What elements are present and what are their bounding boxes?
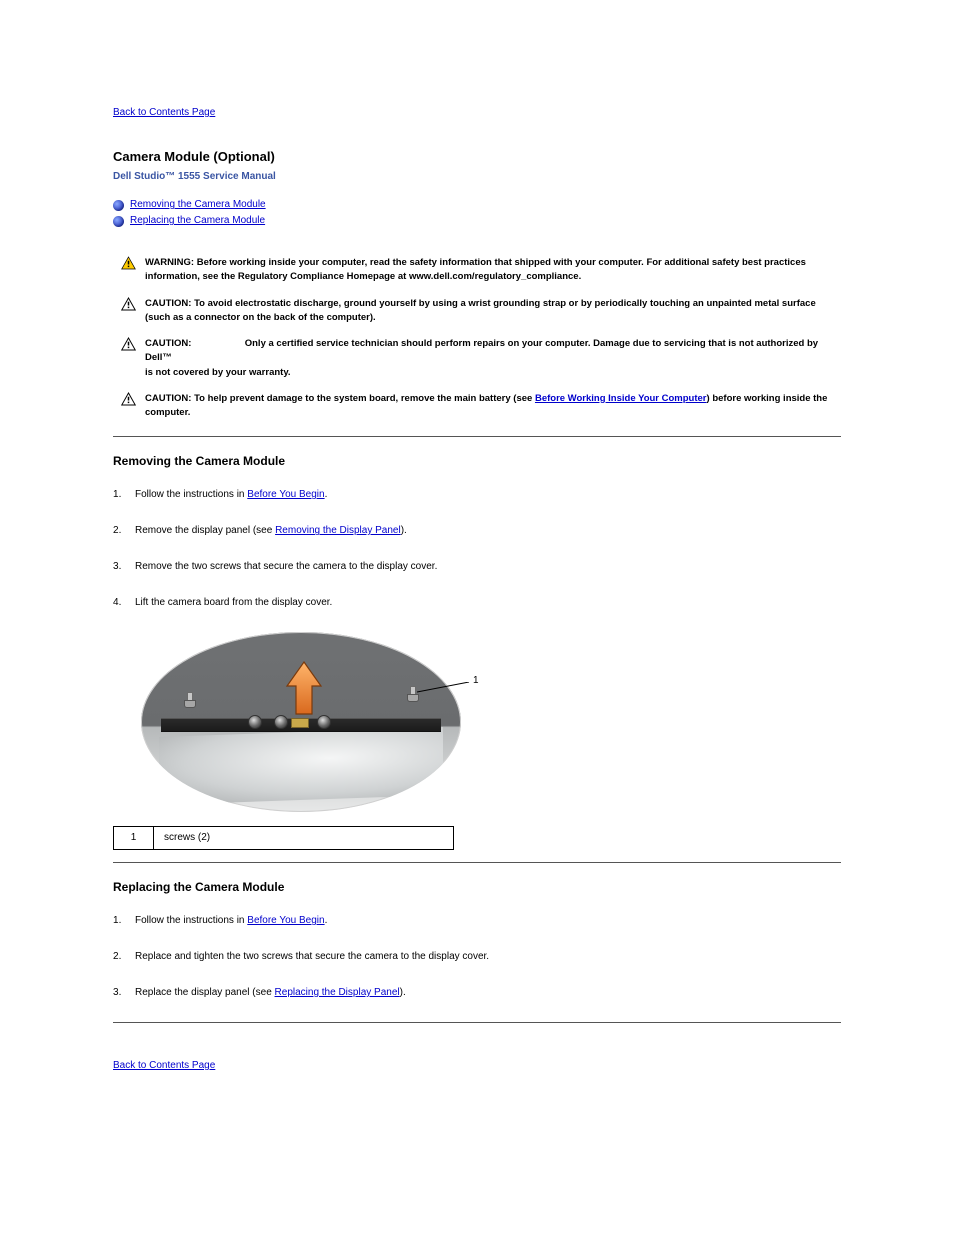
divider	[113, 1022, 841, 1023]
step-text: .	[325, 915, 328, 926]
warning-text: WARNING: Before working inside your comp…	[143, 254, 839, 293]
back-to-contents-top[interactable]: Back to Contents Page	[113, 106, 215, 120]
page-title: Camera Module (Optional)	[113, 148, 841, 166]
screw-icon	[407, 686, 417, 710]
step-text: Follow the instructions in	[135, 489, 247, 500]
before-working-link[interactable]: Before Working Inside Your Computer	[535, 393, 707, 404]
table-of-contents: Removing the Camera Module Replacing the…	[113, 198, 841, 228]
figure-ellipse	[141, 632, 461, 812]
caution-esd-text: CAUTION: To avoid electrostatic discharg…	[143, 295, 839, 334]
step: Follow the instructions in Before You Be…	[113, 914, 841, 928]
step: Replace the display panel (see Replacing…	[113, 986, 841, 1000]
replace-heading: Replacing the Camera Module	[113, 879, 841, 896]
step-text: .	[325, 489, 328, 500]
step: Replace and tighten the two screws that …	[113, 950, 841, 964]
notice-block: WARNING: Before working inside your comp…	[113, 252, 841, 430]
legend-text: screws (2)	[154, 827, 454, 850]
toc-item: Removing the Camera Module	[113, 198, 841, 212]
caution-tech-cont: Only a certified service technician shou…	[145, 338, 818, 363]
step-text: Remove the display panel (see	[135, 525, 275, 536]
camera-connector	[291, 718, 309, 728]
caution-tech-line2: is not covered by your warranty.	[145, 367, 291, 378]
step-text: Remove the two screws that secure the ca…	[135, 561, 437, 572]
legend-num: 1	[114, 827, 154, 850]
step-text: Replace the display panel (see	[135, 987, 275, 998]
step-text: Replace and tighten the two screws that …	[135, 951, 489, 962]
replacing-display-panel-link[interactable]: Replacing the Display Panel	[275, 987, 400, 998]
caution-label: CAUTION:	[145, 338, 191, 349]
step: Remove the display panel (see Removing t…	[113, 524, 841, 538]
step: Remove the two screws that secure the ca…	[113, 560, 841, 574]
legend-table: 1 screws (2)	[113, 826, 454, 850]
bullet-icon	[113, 200, 124, 211]
screw-icon	[184, 692, 194, 716]
caution-battery-prefix: CAUTION: To help prevent damage to the s…	[145, 393, 535, 404]
step-text: ).	[401, 525, 407, 536]
toc-link-replace[interactable]: Replacing the Camera Module	[130, 214, 265, 228]
step: Lift the camera board from the display c…	[113, 596, 841, 610]
replace-steps: Follow the instructions in Before You Be…	[113, 914, 841, 1000]
callout: 1	[417, 676, 481, 696]
step: Follow the instructions in Before You Be…	[113, 488, 841, 502]
remove-steps: Follow the instructions in Before You Be…	[113, 488, 841, 610]
toc-item: Replacing the Camera Module	[113, 214, 841, 228]
bullet-icon	[113, 216, 124, 227]
caution-icon	[121, 343, 136, 354]
step-text: ).	[400, 987, 406, 998]
before-you-begin-link[interactable]: Before You Begin	[247, 915, 324, 926]
manual-subtitle: Dell Studio™ 1555 Service Manual	[113, 170, 841, 184]
caution-icon	[121, 398, 136, 409]
step-text: Follow the instructions in	[135, 915, 247, 926]
toc-link-remove[interactable]: Removing the Camera Module	[130, 198, 266, 212]
back-to-contents-bottom[interactable]: Back to Contents Page	[113, 1059, 215, 1073]
divider	[113, 436, 841, 437]
caution-battery-text: CAUTION: To help prevent damage to the s…	[143, 390, 839, 429]
callout-number: 1	[473, 674, 479, 688]
lift-arrow-icon	[283, 660, 325, 718]
caution-icon	[121, 303, 136, 314]
figure-foil	[159, 727, 443, 805]
step-text: Lift the camera board from the display c…	[135, 597, 332, 608]
remove-heading: Removing the Camera Module	[113, 453, 841, 470]
camera-figure: 1	[141, 632, 481, 812]
warning-icon	[121, 262, 136, 273]
removing-display-panel-link[interactable]: Removing the Display Panel	[275, 525, 401, 536]
caution-tech-text: CAUTION: Only a certified service techni…	[143, 335, 839, 388]
before-you-begin-link[interactable]: Before You Begin	[247, 489, 324, 500]
divider	[113, 862, 841, 863]
